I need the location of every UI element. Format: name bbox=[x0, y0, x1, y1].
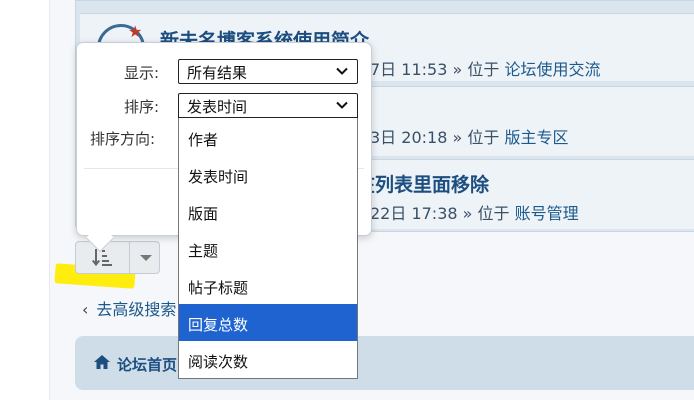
sort-option[interactable]: 发表时间 bbox=[179, 156, 357, 193]
result-meta: 7日 11:53 » 位于 论坛使用交流 bbox=[370, 60, 601, 79]
sort-option[interactable]: 作者 bbox=[179, 119, 357, 156]
sort-option-highlighted[interactable]: 回复总数 bbox=[179, 304, 357, 341]
chevron-left-icon: ‹ bbox=[82, 300, 89, 319]
result-meta: 3日 20:18 » 位于 版主专区 bbox=[370, 128, 569, 147]
sort-option[interactable]: 主题 bbox=[179, 230, 357, 267]
sort-direction-label: 排序方向: bbox=[90, 130, 156, 148]
display-label: 显示: bbox=[124, 64, 160, 82]
sort-option[interactable]: 版面 bbox=[179, 193, 357, 230]
sort-label: 排序: bbox=[124, 98, 160, 116]
chevron-down-icon bbox=[336, 67, 348, 75]
sort-option[interactable]: 阅读次数 bbox=[179, 341, 357, 378]
page: ★ 新未名博客系统使用简介 7日 11:53 » 位于 论坛使用交流 3日 20… bbox=[0, 0, 694, 400]
forum-link[interactable]: 版主专区 bbox=[504, 128, 568, 147]
forum-link[interactable]: 账号管理 bbox=[515, 204, 579, 223]
result-meta: 22日 17:38 » 位于 账号管理 bbox=[370, 204, 579, 223]
breadcrumb: 论坛首页 bbox=[75, 336, 694, 390]
chevron-down-icon bbox=[336, 101, 348, 109]
sort-dropdown-list: 作者 发表时间 版面 主题 帖子标题 回复总数 阅读次数 bbox=[178, 118, 358, 379]
sort-select-value: 发表时间 bbox=[187, 98, 248, 116]
result-title[interactable]: 在列表里面移除 bbox=[356, 170, 489, 197]
breadcrumb-home-link[interactable]: 论坛首页 bbox=[117, 354, 177, 375]
sort-option[interactable]: 帖子标题 bbox=[179, 267, 357, 304]
star-icon: ★ bbox=[128, 22, 143, 41]
sort-select[interactable]: 发表时间 bbox=[178, 93, 358, 118]
caret-down-icon[interactable] bbox=[131, 242, 160, 273]
sort-amount-icon bbox=[92, 249, 112, 267]
display-select[interactable]: 所有结果 bbox=[178, 59, 358, 84]
sort-toggle-group[interactable] bbox=[75, 241, 160, 274]
home-icon bbox=[94, 355, 110, 369]
forum-link[interactable]: 论坛使用交流 bbox=[504, 60, 600, 79]
advanced-search-link[interactable]: ‹ 去高级搜索 bbox=[82, 296, 176, 320]
display-select-value: 所有结果 bbox=[187, 64, 248, 82]
left-gutter bbox=[0, 0, 50, 400]
